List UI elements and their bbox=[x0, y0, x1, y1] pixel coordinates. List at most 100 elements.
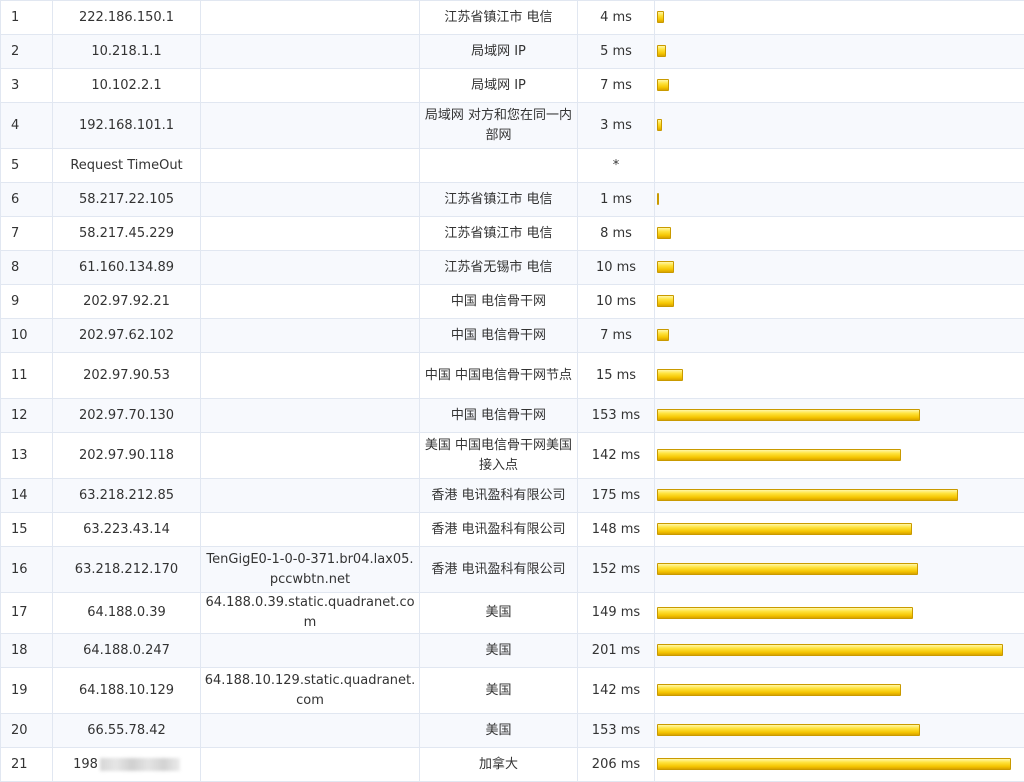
hop-number: 13 bbox=[1, 433, 53, 479]
hop-ip: 64.188.0.39 bbox=[53, 593, 201, 634]
hop-number: 4 bbox=[1, 103, 53, 149]
hop-ip: 222.186.150.1 bbox=[53, 1, 201, 35]
hop-location: 加拿大 bbox=[420, 748, 578, 782]
hop-latency: 149 ms bbox=[578, 593, 655, 634]
hop-ip: 63.218.212.170 bbox=[53, 547, 201, 593]
hop-location: 江苏省无锡市 电信 bbox=[420, 251, 578, 285]
hop-location: 中国 电信骨干网 bbox=[420, 399, 578, 433]
hop-row: 310.102.2.1局域网 IP7 ms bbox=[1, 69, 1024, 103]
hop-number: 14 bbox=[1, 479, 53, 513]
hop-location: 美国 bbox=[420, 593, 578, 634]
hop-number: 19 bbox=[1, 668, 53, 714]
hop-latency-bar-cell bbox=[655, 593, 1024, 634]
hop-hostname bbox=[201, 103, 420, 149]
hop-ip: 64.188.0.247 bbox=[53, 634, 201, 668]
hop-latency: 7 ms bbox=[578, 319, 655, 353]
hop-number: 7 bbox=[1, 217, 53, 251]
hop-hostname bbox=[201, 714, 420, 748]
hop-location: 中国 中国电信骨干网节点 bbox=[420, 353, 578, 399]
hop-hostname bbox=[201, 634, 420, 668]
traceroute-body: 1222.186.150.1江苏省镇江市 电信4 ms210.218.1.1局域… bbox=[1, 1, 1024, 782]
hop-latency: 8 ms bbox=[578, 217, 655, 251]
hop-row: 9202.97.92.21中国 电信骨干网10 ms bbox=[1, 285, 1024, 319]
hop-latency: 7 ms bbox=[578, 69, 655, 103]
hop-row: 210.218.1.1局域网 IP5 ms bbox=[1, 35, 1024, 69]
hop-row: 2066.55.78.42美国153 ms bbox=[1, 714, 1024, 748]
hop-row: 21198 加拿大206 ms bbox=[1, 748, 1024, 782]
hop-row: 658.217.22.105江苏省镇江市 电信1 ms bbox=[1, 183, 1024, 217]
hop-row: 861.160.134.89江苏省无锡市 电信10 ms bbox=[1, 251, 1024, 285]
hop-latency-bar-cell bbox=[655, 251, 1024, 285]
hop-number: 21 bbox=[1, 748, 53, 782]
hop-latency: 142 ms bbox=[578, 668, 655, 714]
hop-hostname bbox=[201, 35, 420, 69]
hop-hostname bbox=[201, 513, 420, 547]
hop-location: 美国 bbox=[420, 714, 578, 748]
traceroute-table: 1222.186.150.1江苏省镇江市 电信4 ms210.218.1.1局域… bbox=[0, 0, 1024, 782]
hop-ip: 192.168.101.1 bbox=[53, 103, 201, 149]
hop-latency: 10 ms bbox=[578, 285, 655, 319]
hop-latency-bar-cell bbox=[655, 149, 1024, 183]
hop-location: 局域网 IP bbox=[420, 69, 578, 103]
latency-bar bbox=[657, 489, 958, 501]
hop-location: 香港 电讯盈科有限公司 bbox=[420, 513, 578, 547]
hop-row: 1563.223.43.14香港 电讯盈科有限公司148 ms bbox=[1, 513, 1024, 547]
latency-bar bbox=[657, 724, 920, 736]
hop-number: 8 bbox=[1, 251, 53, 285]
latency-bar bbox=[657, 684, 901, 696]
latency-bar bbox=[657, 644, 1003, 656]
hop-number: 2 bbox=[1, 35, 53, 69]
hop-location: 江苏省镇江市 电信 bbox=[420, 217, 578, 251]
hop-location: 香港 电讯盈科有限公司 bbox=[420, 479, 578, 513]
hop-latency: 153 ms bbox=[578, 399, 655, 433]
hop-latency-bar-cell bbox=[655, 547, 1024, 593]
hop-hostname bbox=[201, 183, 420, 217]
latency-bar bbox=[657, 607, 913, 619]
hop-row: 1663.218.212.170TenGigE0-1-0-0-371.br04.… bbox=[1, 547, 1024, 593]
hop-latency: 5 ms bbox=[578, 35, 655, 69]
hop-latency: 3 ms bbox=[578, 103, 655, 149]
latency-bar bbox=[657, 329, 669, 341]
hop-latency-bar-cell bbox=[655, 1, 1024, 35]
latency-bar bbox=[657, 409, 920, 421]
hop-number: 6 bbox=[1, 183, 53, 217]
hop-ip: 10.102.2.1 bbox=[53, 69, 201, 103]
hop-number: 17 bbox=[1, 593, 53, 634]
hop-number: 16 bbox=[1, 547, 53, 593]
hop-latency-bar-cell bbox=[655, 35, 1024, 69]
hop-ip: 202.97.70.130 bbox=[53, 399, 201, 433]
latency-bar bbox=[657, 563, 918, 575]
hop-hostname bbox=[201, 399, 420, 433]
hop-ip: 198 bbox=[53, 748, 201, 782]
hop-hostname: 64.188.10.129.static.quadranet.com bbox=[201, 668, 420, 714]
hop-latency-bar-cell bbox=[655, 69, 1024, 103]
hop-latency: 15 ms bbox=[578, 353, 655, 399]
hop-hostname bbox=[201, 1, 420, 35]
latency-bar bbox=[657, 295, 674, 307]
hop-row: 1864.188.0.247美国201 ms bbox=[1, 634, 1024, 668]
hop-row: 1222.186.150.1江苏省镇江市 电信4 ms bbox=[1, 1, 1024, 35]
hop-latency: * bbox=[578, 149, 655, 183]
latency-bar bbox=[657, 261, 674, 273]
latency-bar bbox=[657, 119, 662, 131]
hop-row: 758.217.45.229江苏省镇江市 电信8 ms bbox=[1, 217, 1024, 251]
hop-latency-bar-cell bbox=[655, 668, 1024, 714]
hop-row: 4192.168.101.1 局域网 对方和您在同一内部网3 ms bbox=[1, 103, 1024, 149]
hop-location: 香港 电讯盈科有限公司 bbox=[420, 547, 578, 593]
hop-hostname bbox=[201, 251, 420, 285]
hop-latency-bar-cell bbox=[655, 479, 1024, 513]
hop-latency: 148 ms bbox=[578, 513, 655, 547]
hop-location: 美国 中国电信骨干网美国接入点 bbox=[420, 433, 578, 479]
hop-number: 20 bbox=[1, 714, 53, 748]
hop-latency-bar-cell bbox=[655, 183, 1024, 217]
hop-location: 局域网 对方和您在同一内部网 bbox=[420, 103, 578, 149]
hop-hostname bbox=[201, 319, 420, 353]
hop-latency-bar-cell bbox=[655, 433, 1024, 479]
hop-latency: 206 ms bbox=[578, 748, 655, 782]
hop-ip: 58.217.22.105 bbox=[53, 183, 201, 217]
hop-location: 局域网 IP bbox=[420, 35, 578, 69]
hop-latency: 1 ms bbox=[578, 183, 655, 217]
hop-hostname bbox=[201, 479, 420, 513]
latency-bar bbox=[657, 523, 912, 535]
hop-ip: 66.55.78.42 bbox=[53, 714, 201, 748]
